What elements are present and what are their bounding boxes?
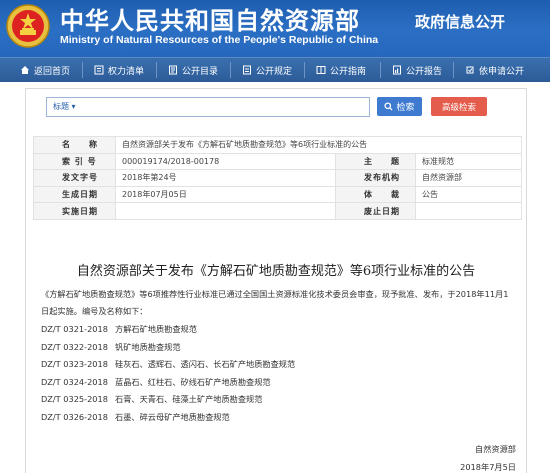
standard-code: DZ/T 0326-2018: [41, 411, 108, 422]
search-button-label: 检索: [396, 103, 415, 113]
list-item: DZ/T 0325-2018 石膏、天青石、硅藻土矿产地质勘查规范: [41, 391, 511, 409]
meta-value-theme: 标准规范: [415, 152, 522, 171]
meta-label: 名 称: [33, 136, 116, 154]
search-bar: 标题 ▾ 检索 高级检索: [46, 97, 504, 117]
main-nav: 返回首页 权力清单 公开目录 公开规定 公开指南 公开报告 依申请公开: [0, 57, 550, 82]
content-panel: 标题 ▾ 检索 高级检索 名 称 自然资源部关于发布《方解石矿地质勘查规范》等6…: [25, 88, 527, 473]
standard-code: DZ/T 0323-2018: [41, 359, 108, 370]
national-emblem-icon: [6, 4, 50, 48]
apply-icon: [466, 66, 474, 74]
article-title: 自然资源部关于发布《方解石矿地质勘查规范》等6项行业标准的公告: [76, 264, 476, 279]
meta-value-genre: 公告: [415, 185, 522, 204]
meta-label: 实施日期: [33, 202, 116, 220]
nav-item-label: 公开报告: [406, 66, 443, 77]
nav-item-report[interactable]: 公开报告: [392, 58, 442, 82]
nav-item-label: 返回首页: [34, 66, 71, 77]
meta-value-created: 2018年07月05日: [115, 185, 336, 204]
standard-code: DZ/T 0322-2018: [41, 341, 108, 352]
document-meta-table: 名 称 自然资源部关于发布《方解石矿地质勘查规范》等6项行业标准的公告 索 引 …: [33, 136, 522, 220]
article-intro: 《方解石矿地质勘查规范》等6项推荐性行业标准已通过全国国土资源标准化技术委员会审…: [41, 289, 509, 316]
nav-divider: [304, 62, 305, 78]
standard-name: 钒矿地质勘查规范: [115, 341, 181, 352]
nav-divider: [230, 62, 231, 78]
meta-value-effective: [115, 202, 336, 220]
section-title: 政府信息公开: [415, 13, 506, 31]
meta-value-abolish: [415, 202, 522, 220]
standard-code: DZ/T 0324-2018: [41, 376, 108, 387]
standard-name: 石墨、碎云母矿产地质勘查规范: [115, 411, 230, 422]
guide-icon: [316, 66, 326, 74]
list-item: DZ/T 0321-2018 方解石矿地质勘查规范: [41, 321, 511, 339]
site-header: 中华人民共和国自然资源部 Ministry of Natural Resourc…: [0, 0, 550, 57]
catalog-icon: [169, 65, 177, 75]
search-field-select[interactable]: 标题 ▾: [53, 98, 76, 116]
list-item: DZ/T 0322-2018 钒矿地质勘查规范: [41, 339, 511, 357]
table-row: 实施日期 废止日期: [33, 202, 522, 220]
nav-item-label: 依申请公开: [479, 66, 525, 77]
advanced-search-label: 高级检索: [441, 102, 476, 113]
meta-label: 发布机构: [335, 169, 416, 187]
rules-icon: [243, 65, 251, 75]
list-item: DZ/T 0324-2018 蓝晶石、红柱石、矽线石矿产地质勘查规范: [41, 374, 511, 392]
list-item: DZ/T 0326-2018 石墨、碎云母矿产地质勘查规范: [41, 409, 511, 427]
standard-code: DZ/T 0325-2018: [41, 394, 108, 405]
article-body: 《方解石矿地质勘查规范》等6项推荐性行业标准已通过全国国土资源标准化技术委员会审…: [41, 286, 511, 426]
standard-name: 蓝晶石、红柱石、矽线石矿产地质勘查规范: [115, 376, 271, 387]
meta-value-issuer: 自然资源部: [415, 169, 522, 187]
meta-label: 发文字号: [33, 169, 116, 187]
nav-divider: [156, 62, 157, 78]
nav-item-home[interactable]: 返回首页: [20, 58, 70, 82]
table-row: 生成日期 2018年07月05日 体 裁 公告: [33, 185, 522, 204]
nav-item-label: 权力清单: [108, 66, 145, 77]
table-row: 名 称 自然资源部关于发布《方解石矿地质勘查规范》等6项行业标准的公告: [33, 136, 522, 154]
meta-value-name: 自然资源部关于发布《方解石矿地质勘查规范》等6项行业标准的公告: [115, 136, 522, 154]
meta-label: 废止日期: [335, 202, 416, 220]
site-title: 中华人民共和国自然资源部: [60, 7, 360, 35]
meta-label: 生成日期: [33, 185, 116, 204]
meta-label: 主 题: [335, 152, 416, 171]
table-row: 发文字号 2018年第24号 发布机构 自然资源部: [33, 169, 522, 187]
nav-item-guide[interactable]: 公开指南: [316, 58, 366, 82]
meta-value-index: 000019174/2018-00178: [115, 152, 336, 171]
meta-label: 体 裁: [335, 185, 416, 204]
list-icon: [94, 65, 104, 75]
search-input[interactable]: 标题 ▾: [46, 97, 370, 117]
site-subtitle: Ministry of Natural Resources of the Peo…: [60, 34, 379, 46]
standard-name: 硅灰石、透辉石、透闪石、长石矿产地质勘查规范: [115, 359, 296, 370]
standard-code: DZ/T 0321-2018: [41, 324, 108, 335]
nav-item-apply[interactable]: 依申请公开: [465, 58, 524, 82]
report-icon: [393, 65, 401, 75]
nav-item-power-list[interactable]: 权力清单: [94, 58, 144, 82]
nav-divider: [453, 62, 454, 78]
advanced-search-button[interactable]: 高级检索: [431, 97, 487, 116]
signature-date: 2018年7月5日: [460, 462, 516, 472]
nav-item-label: 公开目录: [182, 66, 219, 77]
nav-item-label: 公开指南: [330, 66, 367, 77]
home-icon: [21, 66, 29, 74]
nav-item-rules[interactable]: 公开规定: [242, 58, 292, 82]
nav-item-catalog[interactable]: 公开目录: [168, 58, 218, 82]
list-item: DZ/T 0323-2018 硅灰石、透辉石、透闪石、长石矿产地质勘查规范: [41, 356, 511, 374]
nav-divider: [82, 62, 83, 78]
standard-name: 石膏、天青石、硅藻土矿产地质勘查规范: [115, 394, 263, 405]
meta-value-doc-no: 2018年第24号: [115, 169, 336, 187]
meta-label: 索 引 号: [33, 152, 116, 171]
search-button[interactable]: 检索: [377, 97, 422, 116]
signature-org: 自然资源部: [475, 444, 516, 454]
nav-item-label: 公开规定: [256, 66, 293, 77]
signature: 自然资源部 2018年7月5日: [460, 440, 516, 476]
table-row: 索 引 号 000019174/2018-00178 主 题 标准规范: [33, 152, 522, 171]
nav-divider: [380, 62, 381, 78]
standards-list: DZ/T 0321-2018 方解石矿地质勘查规范 DZ/T 0322-2018…: [41, 321, 511, 426]
search-icon: [384, 102, 394, 111]
standard-name: 方解石矿地质勘查规范: [115, 324, 197, 335]
